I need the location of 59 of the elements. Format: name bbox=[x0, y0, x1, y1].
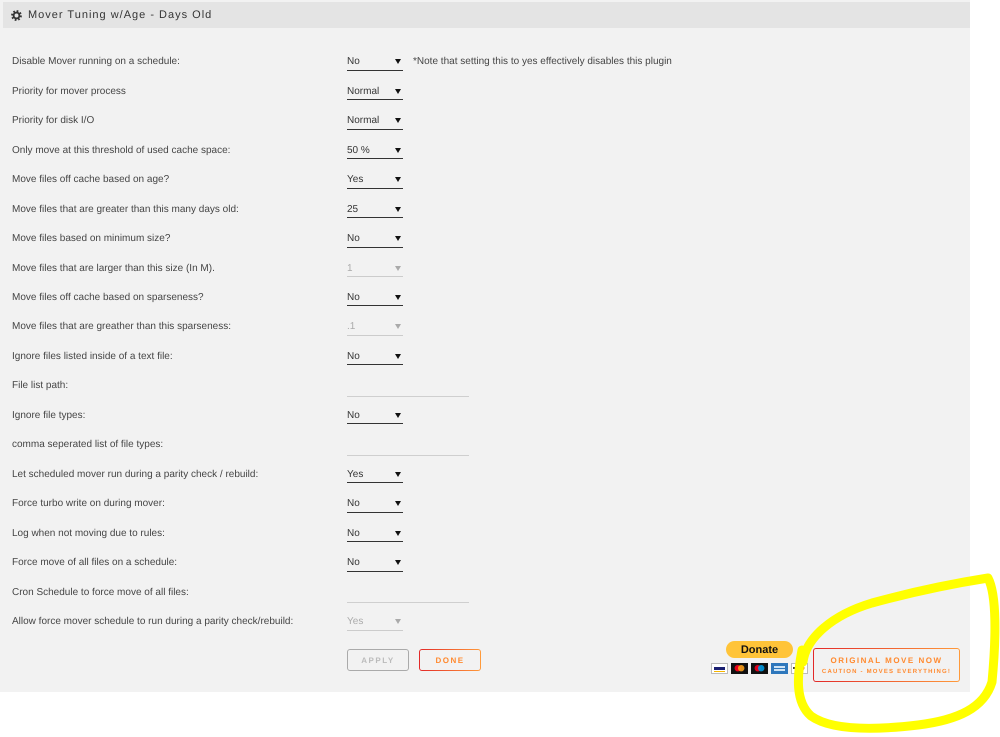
dropdown[interactable]: No bbox=[347, 52, 403, 71]
caret-icon bbox=[395, 412, 401, 418]
setting-label: Priority for disk I/O bbox=[12, 115, 96, 126]
caret-icon bbox=[395, 88, 401, 94]
dropdown[interactable]: No bbox=[347, 494, 403, 513]
caret-icon bbox=[395, 324, 401, 330]
payment-card-icon bbox=[771, 663, 788, 674]
note-text: *Note that setting this to yes effectively disables this plugin bbox=[413, 56, 672, 68]
caret-icon bbox=[395, 472, 401, 477]
dropdown[interactable]: Normal bbox=[347, 82, 403, 100]
caret-icon bbox=[395, 354, 401, 359]
setting-label: Only move at this threshold of used cache space: bbox=[12, 144, 232, 156]
setting-label: Ignore files listed inside of a text file: bbox=[12, 350, 174, 362]
caret-icon bbox=[395, 501, 401, 506]
setting-label: Move files that are greater than this many days old: bbox=[12, 204, 240, 215]
dropdown[interactable]: No bbox=[347, 406, 403, 424]
setting-label: Cron Schedule to force move of all files: bbox=[12, 586, 190, 598]
setting-label: Move files off cache based on sparseness? bbox=[12, 292, 205, 303]
dropdown[interactable]: No bbox=[347, 524, 403, 542]
dropdown[interactable]: 25 bbox=[347, 200, 403, 218]
payment-card-icon bbox=[731, 663, 748, 674]
setting-label: Log when not moving due to rules: bbox=[12, 528, 166, 539]
setting-label: Disable Mover running on a schedule: bbox=[12, 56, 181, 68]
setting-label: Allow force mover schedule to run during a parity check/rebuild: bbox=[12, 616, 294, 628]
caret-icon bbox=[395, 59, 401, 64]
gear-icon bbox=[11, 10, 22, 20]
caret-icon bbox=[395, 236, 401, 242]
setting-label: comma seperated list of file types: bbox=[12, 439, 164, 450]
payment-card-icon bbox=[751, 663, 768, 674]
setting-label: Move files that are larger than this size (In M). bbox=[12, 262, 216, 274]
setting-label: Ignore file types: bbox=[12, 410, 86, 421]
dropdown[interactable]: Normal bbox=[347, 112, 403, 130]
setting-label: File list path: bbox=[12, 380, 70, 392]
dropdown[interactable]: No bbox=[347, 230, 403, 248]
caret-icon bbox=[395, 560, 401, 566]
dropdown[interactable]: Yes bbox=[347, 170, 403, 189]
dropdown[interactable]: 50 % bbox=[347, 141, 403, 160]
caret-icon bbox=[395, 177, 401, 182]
dropdown[interactable]: No bbox=[347, 288, 403, 306]
panel-title: Mover Tuning w/Age - Days Old bbox=[28, 9, 212, 21]
setting-label: Priority for mover process bbox=[12, 86, 127, 97]
caret-icon bbox=[395, 118, 401, 124]
setting-label: Move files based on minimum size? bbox=[12, 233, 172, 244]
setting-label: Force move of all files on a schedule: bbox=[12, 557, 178, 568]
donate-button[interactable]: Donate bbox=[726, 641, 793, 658]
setting-label: Move files that are greather than this sparseness: bbox=[12, 321, 232, 332]
caret-icon bbox=[395, 294, 401, 300]
caret-icon bbox=[395, 148, 401, 153]
setting-label: Force turbo write on during mover: bbox=[12, 498, 166, 510]
setting-label: Move files off cache based on age? bbox=[12, 174, 170, 186]
payment-card-icon bbox=[711, 663, 728, 674]
setting-label: Let scheduled mover run during a parity check / rebuild: bbox=[12, 468, 260, 480]
caret-icon bbox=[395, 619, 401, 624]
dropdown[interactable]: No bbox=[347, 554, 403, 572]
caret-icon bbox=[395, 206, 401, 212]
caret-icon bbox=[395, 266, 401, 271]
dropdown[interactable]: No bbox=[347, 347, 403, 366]
dropdown[interactable]: Yes bbox=[347, 465, 403, 484]
caret-icon bbox=[395, 530, 401, 536]
